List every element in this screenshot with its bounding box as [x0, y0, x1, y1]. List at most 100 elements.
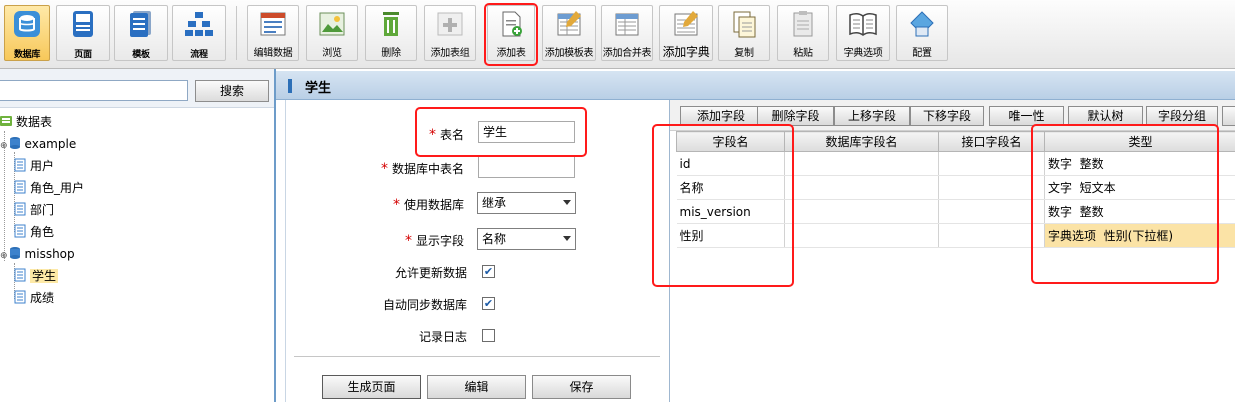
- chevron-down-icon: [563, 200, 571, 205]
- browse-button[interactable]: 浏览: [306, 5, 358, 61]
- table-icon: [14, 180, 26, 194]
- cell-db-field-name[interactable]: [784, 223, 939, 248]
- table-name-input[interactable]: 学生: [478, 121, 575, 143]
- add-table-button[interactable]: 添加表: [487, 5, 535, 61]
- copy-button[interactable]: 复制: [718, 5, 770, 61]
- db-table-name-input[interactable]: [478, 156, 575, 178]
- database-icon: [14, 11, 40, 37]
- nav-database-button[interactable]: 数据库: [4, 5, 50, 61]
- save-button[interactable]: 保存: [532, 375, 631, 399]
- allow-update-checkbox[interactable]: ✔: [482, 265, 495, 278]
- cell-api-field-name[interactable]: [938, 175, 1045, 200]
- table-row[interactable]: 名称 文字 短文本: [676, 175, 1235, 200]
- required-marker: *: [428, 127, 436, 143]
- dictionary-options-button[interactable]: 字典选项: [836, 5, 890, 61]
- add-table-group-icon: [437, 12, 463, 36]
- tree-item-label: 角色: [30, 225, 55, 239]
- cell-field-name[interactable]: 性别: [676, 223, 785, 248]
- edit-data-button[interactable]: 编辑数据: [247, 5, 299, 61]
- nav-database-label: 数据库: [13, 50, 41, 60]
- more-toolbar-button[interactable]: [1222, 106, 1235, 126]
- add-table-group-button[interactable]: 添加表组: [424, 5, 476, 61]
- cell-api-field-name[interactable]: [938, 199, 1045, 224]
- add-template-table-icon: [557, 11, 581, 36]
- cell-api-field-name[interactable]: [938, 223, 1045, 248]
- cell-field-name[interactable]: 名称: [676, 175, 785, 200]
- cell-type[interactable]: 文字 短文本: [1044, 175, 1235, 200]
- tree-item-label: 成绩: [30, 291, 55, 305]
- tree-item-user[interactable]: 用户: [14, 156, 54, 176]
- config-icon: [910, 11, 934, 37]
- search-input[interactable]: [0, 80, 188, 101]
- template-icon: [130, 11, 151, 37]
- tree-item-misshop[interactable]: ⊕ misshop: [0, 244, 75, 264]
- column-header-api-field-name[interactable]: 接口字段名: [938, 131, 1045, 152]
- page-icon: [73, 11, 93, 37]
- cell-field-name[interactable]: mis_version: [676, 199, 785, 224]
- expand-icon[interactable]: ⊕: [0, 251, 8, 261]
- cell-type[interactable]: 数字 整数: [1044, 199, 1235, 224]
- field-group-button[interactable]: 字段分组: [1146, 106, 1218, 126]
- grid-toolbar: 添加字段 删除字段 上移字段 下移字段 唯一性 默认树 字段分组: [670, 100, 1235, 131]
- table-row[interactable]: id 数字 整数: [676, 151, 1235, 176]
- tree-item-student[interactable]: 学生: [14, 266, 59, 286]
- cell-db-field-name[interactable]: [784, 151, 939, 176]
- column-header-type[interactable]: 类型: [1044, 131, 1235, 152]
- table-properties-form: * 表名 学生 * 数据库中表名 * 使用数据库 继承 * 显示字段 名称 允许更新数据…: [285, 100, 666, 402]
- dictionary-options-icon: [849, 12, 877, 36]
- nav-page-label: 页面: [74, 50, 92, 60]
- display-field-select[interactable]: 名称: [477, 228, 576, 250]
- add-merge-table-icon: [615, 13, 639, 36]
- add-template-table-button[interactable]: 添加模板表: [542, 5, 596, 61]
- unique-button[interactable]: 唯一性: [989, 106, 1064, 126]
- cell-db-field-name[interactable]: [784, 199, 939, 224]
- add-field-button[interactable]: 添加字段: [680, 106, 762, 126]
- search-button[interactable]: 搜索: [195, 80, 269, 102]
- table-icon: [14, 268, 26, 282]
- use-database-select[interactable]: 继承: [477, 192, 576, 214]
- delete-field-button[interactable]: 删除字段: [757, 106, 834, 126]
- table-row[interactable]: 性别 字典选项 性别(下拉框): [676, 223, 1235, 248]
- column-header-field-name[interactable]: 字段名: [676, 131, 785, 152]
- column-header-db-field-name[interactable]: 数据库字段名: [784, 131, 939, 152]
- move-up-field-button[interactable]: 上移字段: [834, 106, 910, 126]
- log-checkbox[interactable]: [482, 329, 495, 342]
- tree-item-label: misshop: [24, 247, 75, 261]
- tree-item-root[interactable]: 数据表: [0, 112, 52, 132]
- delete-label: 删除: [381, 48, 401, 59]
- config-button[interactable]: 配置: [896, 5, 948, 61]
- add-table-label: 添加表: [496, 48, 526, 59]
- expand-icon[interactable]: ⊕: [0, 141, 8, 151]
- tree-item-example[interactable]: ⊕ example: [0, 134, 76, 154]
- fields-grid-panel: 添加字段 删除字段 上移字段 下移字段 唯一性 默认树 字段分组 字段名 数据库…: [669, 100, 1235, 402]
- paste-icon: [793, 11, 813, 37]
- cell-api-field-name[interactable]: [938, 151, 1045, 176]
- cell-field-name[interactable]: id: [676, 151, 785, 176]
- paste-button[interactable]: 粘贴: [777, 5, 829, 61]
- nav-template-button[interactable]: 模板: [114, 5, 168, 61]
- cell-type[interactable]: 数字 整数: [1044, 151, 1235, 176]
- nav-flow-button[interactable]: 流程: [172, 5, 226, 61]
- auto-sync-checkbox[interactable]: ✔: [482, 297, 495, 310]
- delete-button[interactable]: 删除: [365, 5, 417, 61]
- add-dictionary-button[interactable]: 添加字典: [659, 5, 713, 61]
- nav-page-button[interactable]: 页面: [56, 5, 110, 61]
- tree-item-department[interactable]: 部门: [14, 200, 54, 220]
- tree-item-role[interactable]: 角色: [14, 222, 54, 242]
- default-tree-button[interactable]: 默认树: [1068, 106, 1143, 126]
- add-merge-table-button[interactable]: 添加合并表: [601, 5, 653, 61]
- tree-item-role-user[interactable]: 角色_用户: [14, 178, 84, 198]
- checkmark-icon: ✔: [483, 265, 494, 278]
- cell-type[interactable]: 字典选项 性别(下拉框): [1044, 223, 1235, 248]
- generate-page-button[interactable]: 生成页面: [322, 375, 421, 399]
- nav-flow-label: 流程: [190, 50, 208, 60]
- database-node-icon: [9, 137, 20, 149]
- move-down-field-button[interactable]: 下移字段: [910, 106, 984, 126]
- page-title: 学生: [305, 81, 332, 96]
- auto-sync-label: 自动同步数据库: [382, 298, 467, 312]
- add-table-icon: [502, 11, 522, 37]
- table-row[interactable]: mis_version 数字 整数: [676, 199, 1235, 224]
- cell-db-field-name[interactable]: [784, 175, 939, 200]
- edit-button[interactable]: 编辑: [427, 375, 526, 399]
- tree-item-grade[interactable]: 成绩: [14, 288, 54, 308]
